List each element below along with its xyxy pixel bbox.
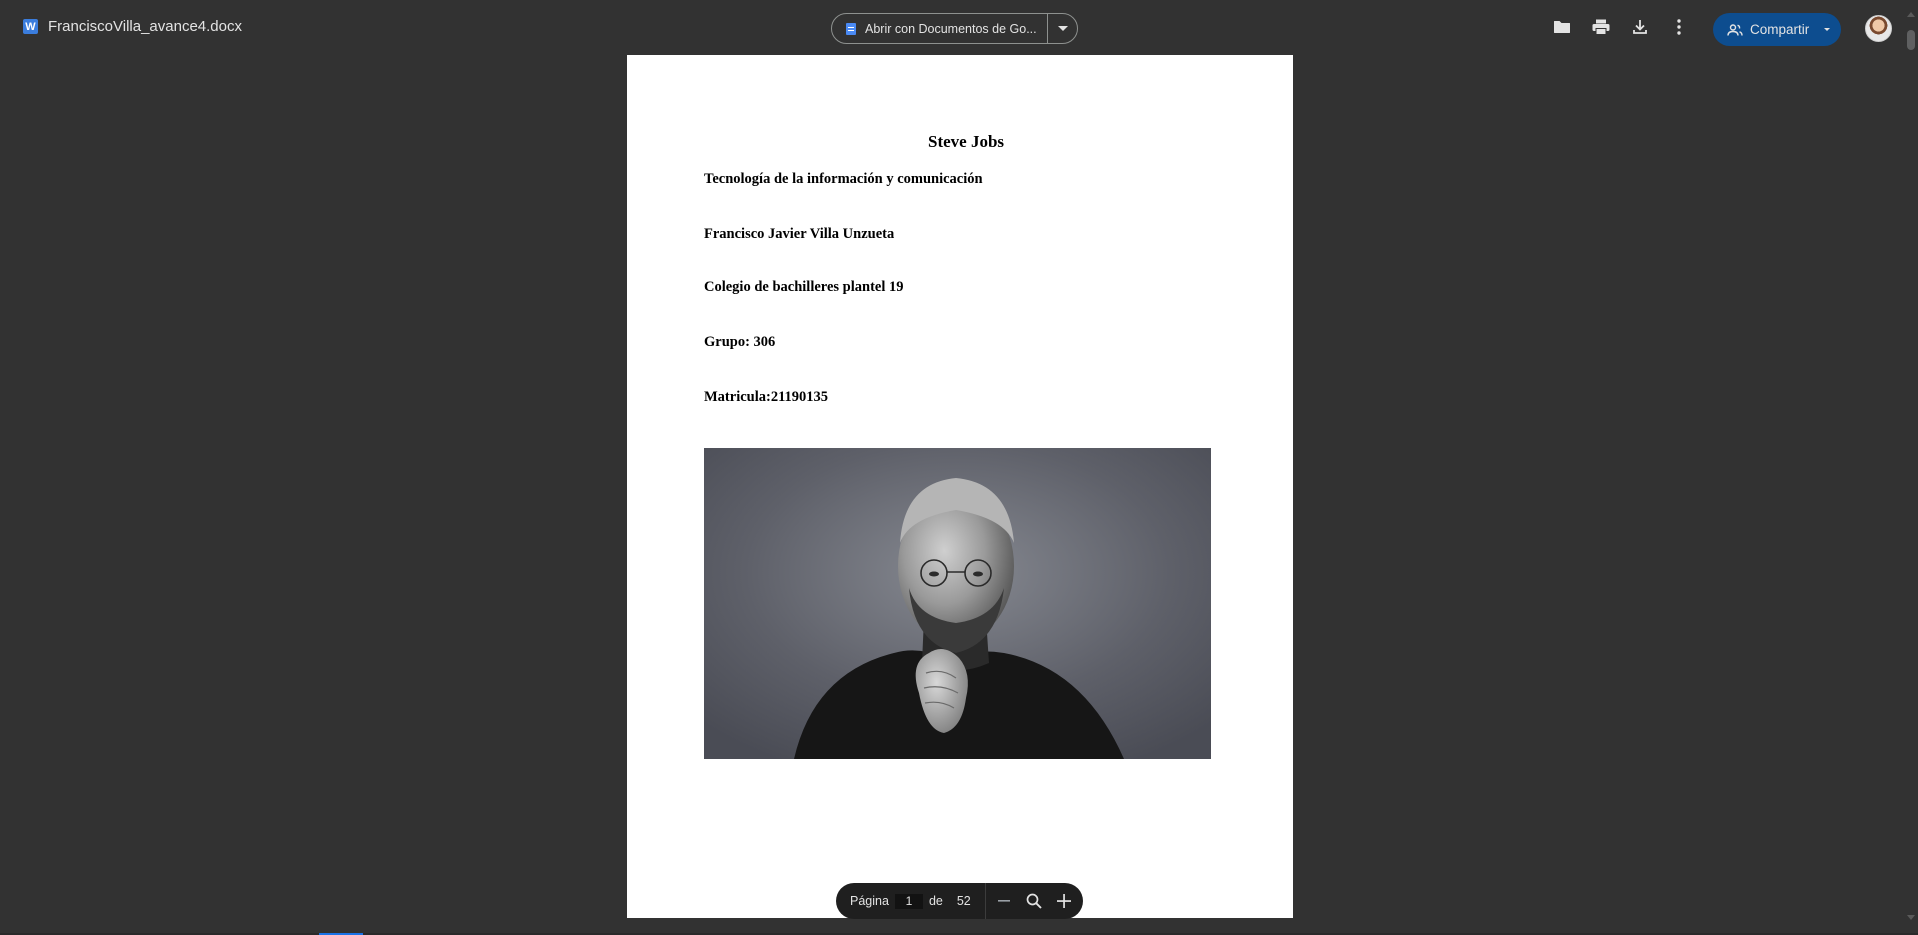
caret-down-icon — [1824, 28, 1830, 31]
page-label: Página — [850, 894, 889, 908]
people-icon — [1727, 23, 1743, 36]
divider — [984, 883, 986, 919]
docs-icon — [846, 22, 856, 35]
page-navigation-bar: Página de 52 — [836, 883, 1083, 919]
document-line: Matricula:21190135 — [704, 389, 829, 405]
download-button[interactable] — [1630, 17, 1650, 37]
zoom-in-button[interactable] — [1053, 888, 1075, 914]
open-with-button-group: Abrir con Documentos de Go... — [831, 13, 1078, 44]
avatar[interactable] — [1865, 15, 1892, 42]
scroll-down-icon[interactable] — [1907, 915, 1915, 920]
share-label: Compartir — [1750, 22, 1810, 37]
scroll-up-icon[interactable] — [1907, 12, 1915, 17]
document-title: Steve Jobs — [927, 132, 1005, 151]
viewer-topbar: W FranciscoVilla_avance4.docx Abrir con … — [0, 0, 1918, 56]
zoom-icon — [1026, 893, 1042, 909]
word-icon: W — [23, 19, 38, 34]
share-button[interactable]: Compartir — [1713, 22, 1813, 37]
zoom-out-icon — [998, 900, 1011, 902]
zoom-in-icon — [1057, 894, 1072, 908]
print-icon — [1592, 19, 1610, 35]
document-page: Steve Jobs Tecnología de la información … — [627, 55, 1293, 918]
vertical-scrollbar[interactable] — [1904, 0, 1918, 935]
more-vert-icon — [1677, 19, 1681, 35]
more-options-button[interactable] — [1669, 17, 1689, 37]
zoom-out-button[interactable] — [994, 888, 1016, 914]
share-dropdown-button[interactable] — [1813, 28, 1841, 31]
open-with-label: Abrir con Documentos de Go... — [865, 21, 1037, 36]
download-icon — [1633, 20, 1647, 34]
print-button[interactable] — [1591, 17, 1611, 37]
scroll-thumb[interactable] — [1907, 30, 1915, 50]
open-with-dropdown-button[interactable] — [1048, 14, 1077, 43]
share-button-group: Compartir — [1713, 13, 1841, 46]
document-line: Tecnología de la información y comunicac… — [704, 171, 983, 187]
page-of-label: de — [928, 894, 943, 908]
zoom-fit-button[interactable] — [1023, 888, 1045, 914]
open-with-docs-button[interactable]: Abrir con Documentos de Go... — [832, 14, 1047, 43]
drive-file-viewer: W FranciscoVilla_avance4.docx Abrir con … — [0, 0, 1918, 935]
file-name: FranciscoVilla_avance4.docx — [48, 18, 242, 35]
folder-icon — [1554, 21, 1570, 33]
portrait-image — [704, 448, 1211, 759]
page-number-input[interactable] — [894, 893, 923, 909]
document-line: Grupo: 306 — [704, 334, 776, 350]
portrait-photo — [704, 448, 1211, 759]
document-line: Colegio de bachilleres plantel 19 — [704, 279, 904, 295]
add-to-drive-button[interactable] — [1552, 17, 1572, 37]
document-line: Francisco Javier Villa Unzueta — [704, 226, 895, 242]
action-icons — [1552, 17, 1689, 37]
caret-down-icon — [1057, 26, 1068, 31]
total-pages: 52 — [956, 894, 971, 908]
file-title: W FranciscoVilla_avance4.docx — [23, 18, 242, 35]
